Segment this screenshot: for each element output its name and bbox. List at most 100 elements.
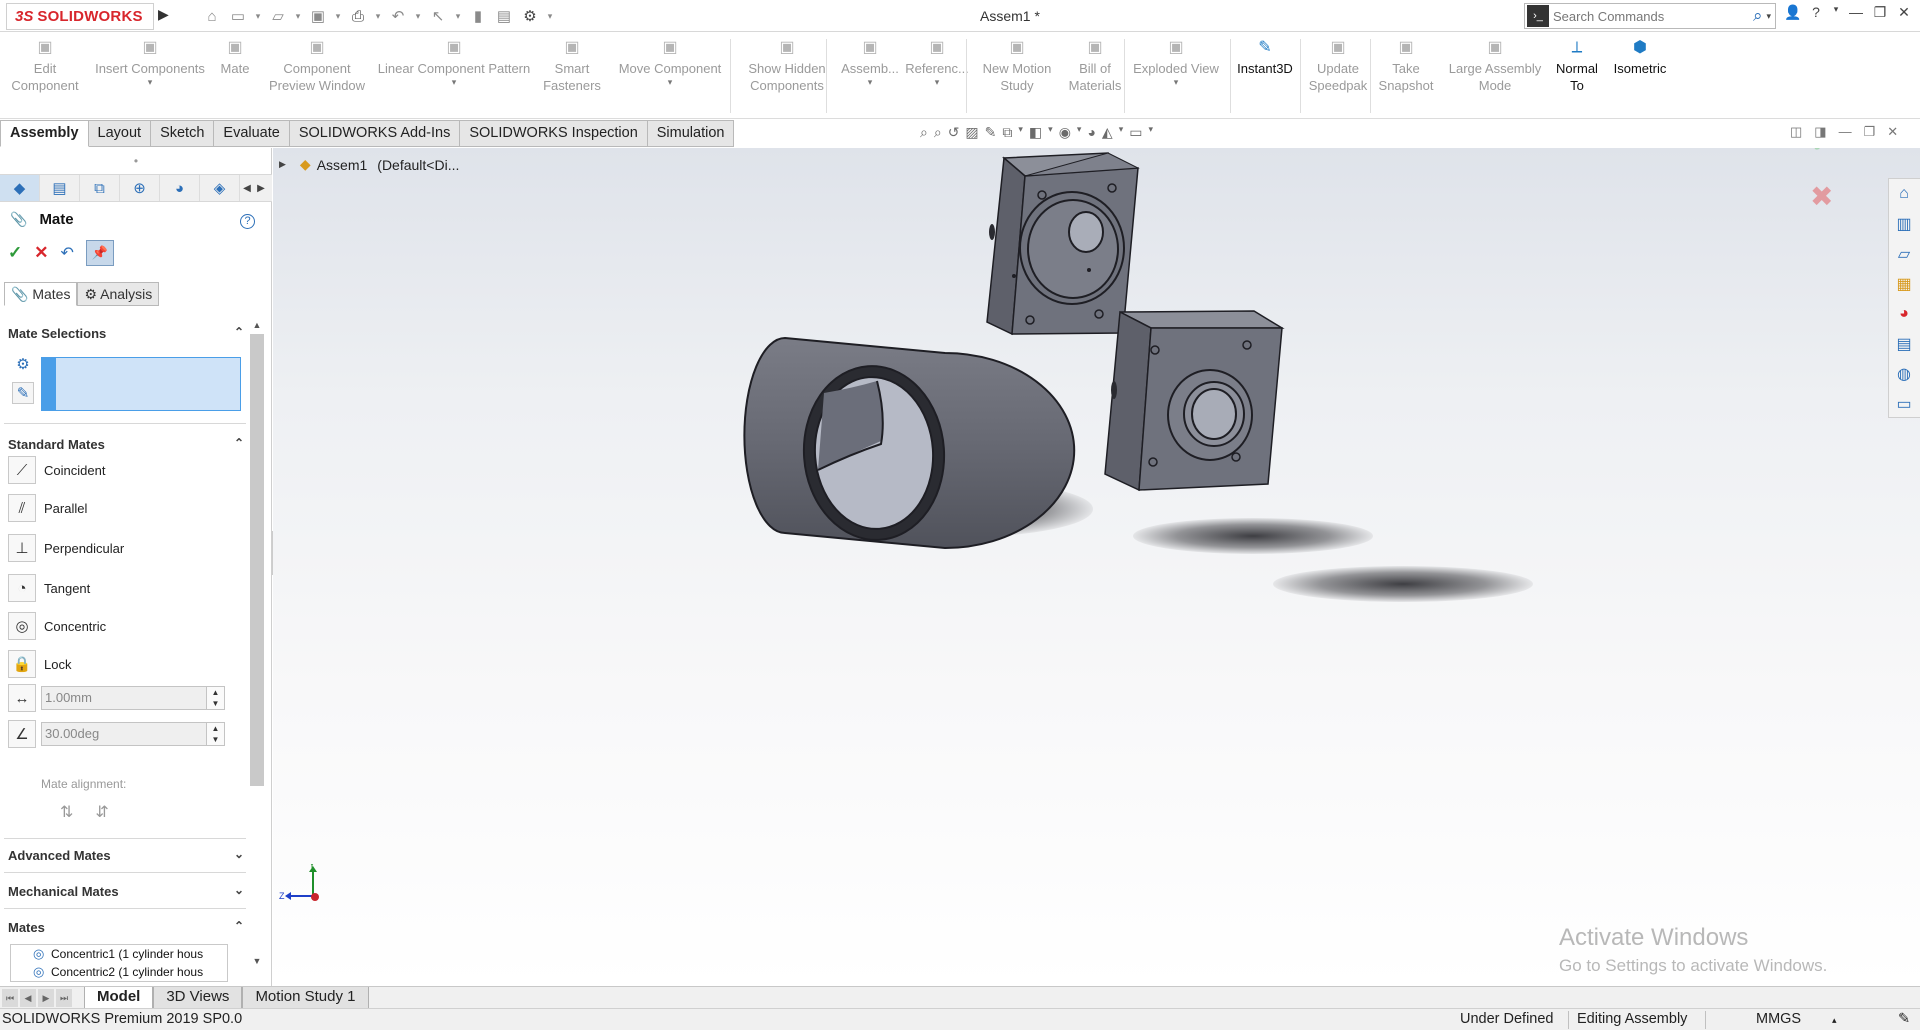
- dropdown-caret-icon[interactable]: ▾: [1130, 77, 1222, 87]
- open-dropdown-icon[interactable]: ▾: [292, 4, 304, 28]
- section-mate-selections[interactable]: Mate Selections ⌃: [8, 325, 244, 341]
- collapse-chevron-icon[interactable]: ⌃: [234, 325, 244, 339]
- edit-appearance-icon[interactable]: ◕: [1087, 124, 1095, 141]
- tab-layout[interactable]: Layout: [88, 120, 152, 147]
- cmd-isometric-button[interactable]: ⬢ Isometric: [1608, 37, 1672, 77]
- viewport-tile-left-icon[interactable]: ◫: [1790, 124, 1802, 140]
- previous-view-icon[interactable]: ↺: [948, 124, 960, 141]
- select-arrow-icon[interactable]: ↖: [426, 4, 450, 28]
- mates-list-item[interactable]: ◎ Concentric2 (1 cylinder hous: [11, 963, 227, 981]
- solidworks-logo[interactable]: 3S SOLIDWORKS: [6, 3, 154, 30]
- cmd-mate-button[interactable]: ▣ Mate: [212, 37, 258, 77]
- rebuild-icon[interactable]: ▮: [466, 4, 490, 28]
- mates-list[interactable]: ◎ Concentric1 (1 cylinder hous ◎ Concentric…: [10, 944, 228, 982]
- cmd-preview-window-button[interactable]: ▣ Component Preview Window: [262, 37, 372, 94]
- file-properties-icon[interactable]: ▤: [492, 4, 516, 28]
- first-tab-icon[interactable]: ⏮: [2, 989, 18, 1007]
- angle-field[interactable]: 30.00deg ▲ ▼: [41, 722, 225, 746]
- cam-tab-icon[interactable]: ◈: [200, 175, 240, 201]
- tab-mates[interactable]: 📎 Mates: [4, 282, 78, 306]
- help-dropdown-icon[interactable]: ▾: [1832, 4, 1840, 21]
- collapse-chevron-icon[interactable]: ⌃: [234, 919, 244, 933]
- confirm-ok-icon[interactable]: ✔: [1810, 148, 1833, 159]
- cylinder-sleeve-part[interactable]: [743, 336, 1076, 550]
- user-icon[interactable]: 👤: [1784, 4, 1801, 21]
- new-document-icon[interactable]: ▭: [226, 4, 250, 28]
- help-icon[interactable]: ?: [1808, 4, 1824, 21]
- section-standard-mates[interactable]: Standard Mates ⌃: [8, 436, 244, 452]
- pane-grip[interactable]: •: [0, 148, 272, 174]
- next-tab-icon[interactable]: ▶: [38, 989, 54, 1007]
- dropdown-caret-icon[interactable]: ▾: [370, 77, 538, 87]
- mate-parallel[interactable]: ⫽ Parallel: [8, 494, 87, 522]
- dropdown-caret-icon[interactable]: ▾: [88, 77, 212, 87]
- cmd-speedpak-button[interactable]: ▣ Update Speedpak: [1306, 37, 1370, 94]
- new-dropdown-icon[interactable]: ▾: [252, 4, 264, 28]
- tabs-scroll-left-icon[interactable]: ◀: [240, 175, 254, 201]
- cmd-instant3d-button[interactable]: ✎ Instant3D: [1232, 37, 1298, 77]
- close-icon[interactable]: ✕: [1896, 4, 1912, 21]
- section-advanced-mates[interactable]: Advanced Mates ⌄: [8, 847, 244, 863]
- viewport-tile-right-icon[interactable]: ◨: [1814, 124, 1826, 140]
- view-settings-icon[interactable]: ▭: [1129, 124, 1142, 141]
- cmd-move-component-button[interactable]: ▣ Move Component ▾: [612, 37, 728, 87]
- view-palette-icon[interactable]: ▦: [1889, 269, 1919, 299]
- solidworks-forum-icon[interactable]: ◍: [1889, 359, 1919, 389]
- view-orientation-dropdown-icon[interactable]: ▾: [1018, 124, 1023, 141]
- section-mates[interactable]: Mates ⌃: [8, 919, 244, 935]
- dynamic-annotation-icon[interactable]: ✎: [985, 124, 997, 141]
- cmd-show-hidden-button[interactable]: ▣ Show Hidden Components: [736, 37, 838, 94]
- tab-solidworks-inspection[interactable]: SOLIDWORKS Inspection: [460, 120, 648, 147]
- pm-scrollbar[interactable]: ▲ ▼: [248, 320, 266, 968]
- tab-evaluate[interactable]: Evaluate: [214, 120, 290, 147]
- tab-solidworks-add-ins[interactable]: SOLIDWORKS Add-Ins: [289, 120, 461, 147]
- expand-chevron-icon[interactable]: ⌄: [234, 847, 244, 861]
- cmd-large-assembly-button[interactable]: ▣ Large Assembly Mode: [1442, 37, 1548, 94]
- save-icon[interactable]: ▣: [306, 4, 330, 28]
- angle-spinner-icon[interactable]: ▲ ▼: [206, 723, 224, 745]
- cmd-exploded-view-button[interactable]: ▣ Exploded View ▾: [1130, 37, 1222, 87]
- custom-properties-icon[interactable]: ▤: [1889, 329, 1919, 359]
- dimxpertmanager-tab-icon[interactable]: ⊕: [120, 175, 160, 201]
- apply-scene-icon[interactable]: ◭: [1102, 124, 1113, 141]
- cmd-snapshot-button[interactable]: ▣ Take Snapshot: [1376, 37, 1436, 94]
- confirm-cancel-icon[interactable]: ✖: [1810, 180, 1833, 213]
- viewport-restore-icon[interactable]: ❐: [1864, 124, 1876, 140]
- dropdown-caret-icon[interactable]: ▾: [612, 77, 728, 87]
- cancel-x-icon[interactable]: ✕: [34, 243, 48, 263]
- open-folder-icon[interactable]: ▱: [266, 4, 290, 28]
- cmd-insert-components-button[interactable]: ▣ Insert Components ▾: [88, 37, 212, 87]
- tab-assembly[interactable]: Assembly: [0, 120, 89, 147]
- cmd-bom-button[interactable]: ▣ Bill of Materials: [1066, 37, 1124, 94]
- bottom-tab-model[interactable]: Model: [84, 987, 154, 1009]
- configurationmanager-tab-icon[interactable]: ⧉: [80, 175, 120, 201]
- aligned-icon[interactable]: ⇅: [60, 802, 73, 822]
- undo-icon[interactable]: ↶: [386, 4, 410, 28]
- viewport-minimize-icon[interactable]: —: [1839, 124, 1852, 140]
- tab-analysis[interactable]: ⚙ Analysis: [77, 282, 160, 306]
- restore-icon[interactable]: ❐: [1872, 4, 1888, 21]
- home-icon[interactable]: ⌂: [200, 4, 224, 28]
- mates-list-item[interactable]: ◎ Concentric1 (1 cylinder hous: [11, 945, 227, 963]
- featuremanager-tab-icon[interactable]: ◆: [0, 175, 40, 201]
- hide-show-items-icon[interactable]: ◉: [1059, 124, 1071, 141]
- entities-to-mate-box[interactable]: [41, 357, 241, 411]
- section-mechanical-mates[interactable]: Mechanical Mates ⌄: [8, 883, 244, 899]
- keep-visible-pushpin-icon[interactable]: 📌: [85, 240, 114, 266]
- select-dropdown-icon[interactable]: ▾: [452, 4, 464, 28]
- viewport-close-icon[interactable]: ✕: [1887, 124, 1898, 140]
- distance-spinner-icon[interactable]: ▲ ▼: [206, 687, 224, 709]
- cmd-normal-to-button[interactable]: ⟂ Normal To: [1552, 37, 1602, 94]
- mate-lock[interactable]: 🔒 Lock: [8, 650, 71, 678]
- tabs-scroll-right-icon[interactable]: ▶: [254, 175, 268, 201]
- last-tab-icon[interactable]: ⏭: [56, 989, 72, 1007]
- status-units[interactable]: MMGS: [1756, 1011, 1801, 1027]
- expand-chevron-icon[interactable]: ⌄: [234, 883, 244, 897]
- display-style-icon[interactable]: ◧: [1029, 124, 1042, 141]
- design-library-icon[interactable]: ▥: [1889, 209, 1919, 239]
- ok-checkmark-icon[interactable]: ✓: [8, 243, 22, 263]
- prev-tab-icon[interactable]: ◀: [20, 989, 36, 1007]
- displaymanager-tab-icon[interactable]: ◕: [160, 175, 200, 201]
- tab-simulation[interactable]: Simulation: [647, 120, 735, 147]
- minimize-icon[interactable]: —: [1848, 4, 1864, 21]
